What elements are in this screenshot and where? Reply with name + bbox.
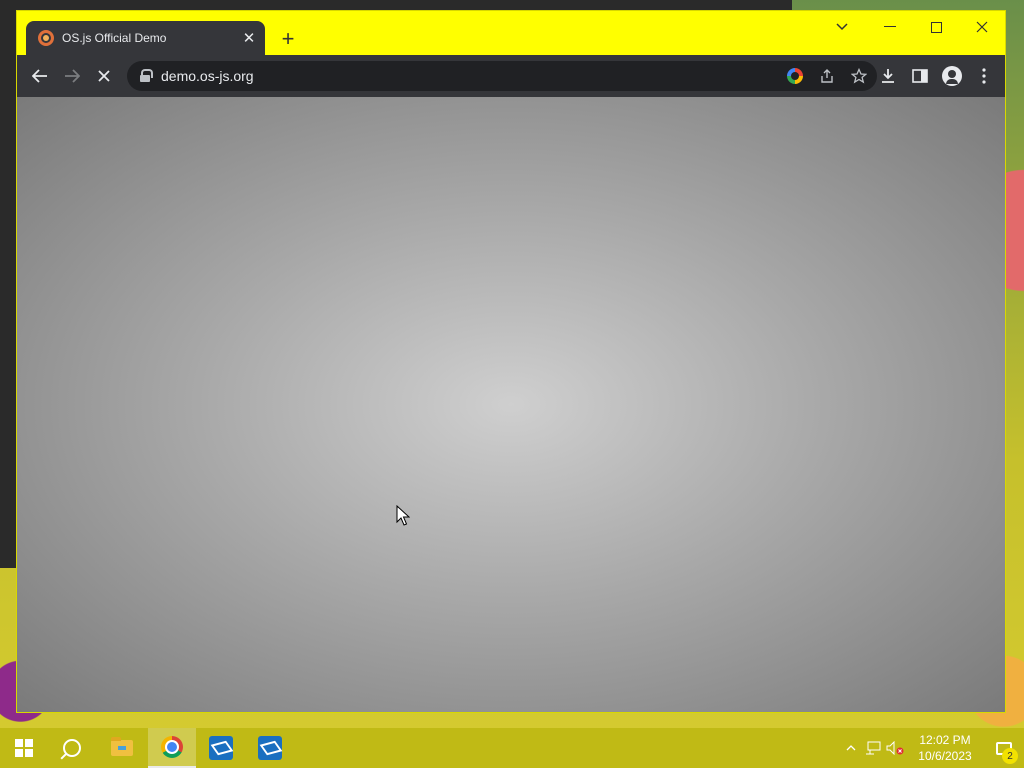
tab-close-icon[interactable]: ✕ (239, 28, 259, 48)
profile-button[interactable] (937, 61, 967, 91)
taskbar-chrome[interactable] (148, 728, 196, 768)
taskbar-app-1[interactable] (197, 728, 245, 768)
minimize-icon (884, 26, 896, 27)
close-window-button[interactable] (959, 11, 1005, 43)
back-button[interactable] (25, 61, 55, 91)
volume-button[interactable] (884, 728, 906, 768)
osjs-favicon-icon (38, 30, 54, 46)
downloads-button[interactable] (873, 61, 903, 91)
tab-osjs-demo[interactable]: OS.js Official Demo ✕ (26, 21, 265, 55)
stop-loading-icon (98, 70, 110, 82)
chevron-up-icon (846, 745, 856, 751)
browser-window: OS.js Official Demo ✕ + demo.os-js.org (16, 10, 1006, 713)
url-text[interactable]: demo.os-js.org (161, 68, 254, 84)
chrome-menu-button[interactable] (969, 61, 999, 91)
virtualbox-icon (258, 736, 282, 760)
taskbar-search-button[interactable] (48, 728, 96, 768)
maximize-icon (930, 21, 942, 33)
back-arrow-icon (32, 69, 47, 83)
stop-button[interactable] (89, 61, 119, 91)
forward-button[interactable] (57, 61, 87, 91)
start-button[interactable] (0, 728, 48, 768)
windows-logo-icon (15, 739, 33, 757)
tab-title: OS.js Official Demo (62, 31, 167, 45)
browser-toolbar: demo.os-js.org (17, 55, 1005, 97)
address-bar[interactable]: demo.os-js.org (127, 61, 877, 91)
share-button[interactable] (815, 64, 839, 88)
profile-icon (942, 66, 962, 86)
menu-icon (982, 68, 986, 84)
show-hidden-icons-button[interactable] (840, 728, 862, 768)
volume-muted-icon (886, 741, 904, 755)
notification-count-badge: 2 (1002, 748, 1018, 764)
network-icon (866, 741, 881, 755)
tab-strip: OS.js Official Demo ✕ + (17, 11, 1005, 55)
virtualbox-icon (209, 736, 233, 760)
new-tab-button[interactable]: + (275, 26, 301, 52)
network-button[interactable] (862, 728, 884, 768)
clock[interactable]: 12:02 PM 10/6/2023 (906, 728, 984, 768)
download-icon (882, 69, 894, 83)
lock-icon[interactable] (139, 69, 153, 83)
action-center-button[interactable]: 2 (984, 728, 1024, 768)
forward-arrow-icon (65, 69, 80, 83)
folder-icon (111, 737, 133, 756)
minimize-button[interactable] (867, 11, 913, 43)
bookmark-button[interactable] (847, 64, 871, 88)
clock-time: 12:02 PM (919, 733, 971, 747)
taskbar-file-explorer[interactable] (98, 728, 146, 768)
chrome-icon (161, 736, 183, 758)
tab-search-button[interactable] (827, 11, 857, 43)
clock-date: 10/6/2023 (918, 749, 972, 763)
system-tray: 12:02 PM 10/6/2023 2 (840, 728, 1024, 768)
taskbar: 12:02 PM 10/6/2023 2 (0, 728, 1024, 768)
toolbar-right-actions (873, 61, 999, 91)
plus-icon: + (281, 26, 295, 51)
chevron-down-icon (836, 23, 848, 31)
side-panel-icon (912, 69, 928, 83)
share-icon (821, 69, 833, 83)
google-icon (787, 68, 803, 84)
close-icon (976, 21, 988, 33)
omnibox-actions (783, 61, 871, 91)
maximize-button[interactable] (913, 11, 959, 43)
search-icon (63, 739, 81, 757)
bookmark-star-icon (851, 68, 867, 84)
window-controls (867, 11, 1005, 43)
page-viewport[interactable] (17, 97, 1005, 712)
taskbar-app-2[interactable] (246, 728, 294, 768)
side-panel-button[interactable] (905, 61, 935, 91)
google-lens-button[interactable] (783, 64, 807, 88)
